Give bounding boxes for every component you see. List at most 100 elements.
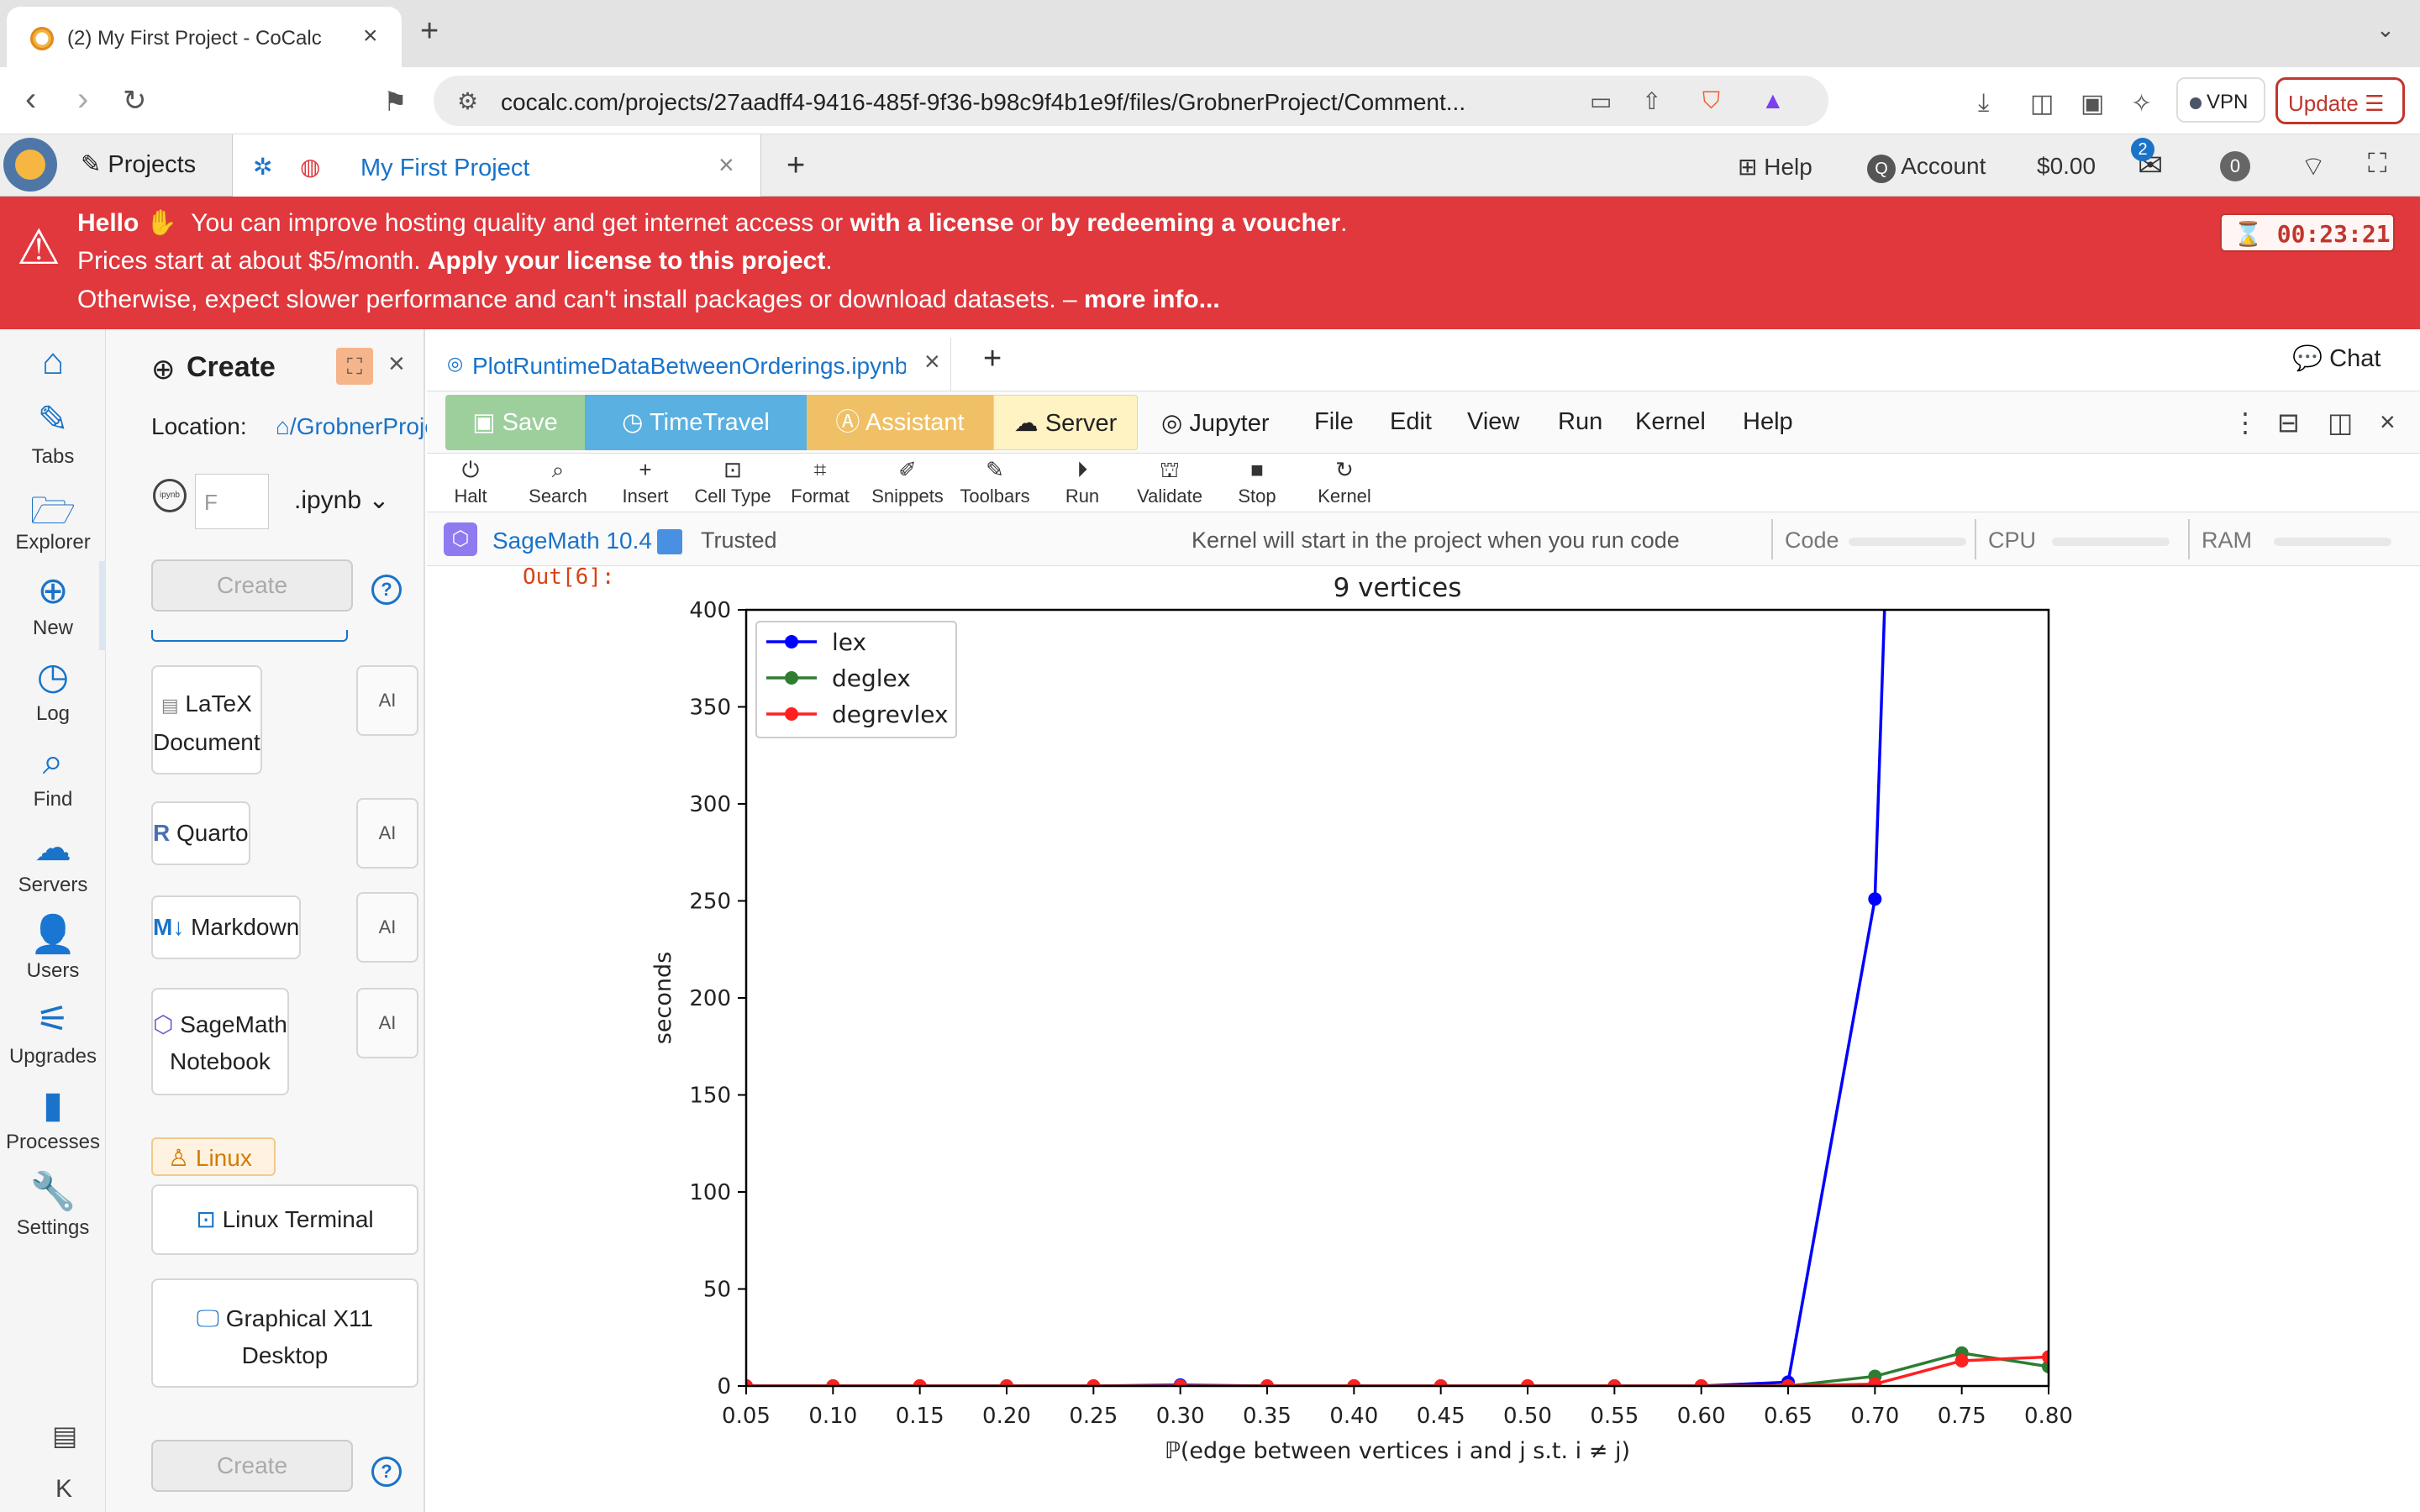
expand-icon[interactable]: ⛶ [336,348,373,385]
insert-button[interactable]: + Insert [602,457,689,507]
account-button[interactable]: Q Account [1867,153,1986,183]
trusted-status[interactable]: Trusted [701,528,777,554]
sidebar-item-new[interactable]: ⊕ New [0,570,106,640]
help-icon[interactable]: ? [371,575,402,605]
projects-tab[interactable]: ✎ Projects [81,150,196,179]
cell-type-button[interactable]: ⊡ Cell Type [689,457,776,507]
menu-edit[interactable]: Edit [1390,408,1432,436]
reload-icon[interactable]: ↻ [123,84,147,118]
create-button[interactable]: Create [151,559,353,612]
server-button[interactable]: ☁ Server [993,395,1138,450]
help-button[interactable]: ⊞ Help [1738,153,1812,181]
extension-select[interactable]: .ipynb ⌄ [294,486,390,515]
leo-ai-icon[interactable]: ✧ [2131,89,2152,118]
site-settings-icon[interactable]: ⚙ [457,87,478,115]
quarto-ai-button[interactable]: AI [356,798,418,869]
help-icon[interactable]: ? [371,1457,402,1487]
voucher-link[interactable]: by redeeming a voucher [1050,209,1340,237]
halt-button[interactable]: ⏻ Halt [427,457,514,507]
menu-help[interactable]: Help [1743,408,1793,436]
sidebar-item-tabs[interactable]: ✎ Tabs ▸ [0,398,117,469]
menu-run[interactable]: Run [1558,408,1602,436]
search-button[interactable]: ⌕ Search [514,457,602,507]
markdown-ai-button[interactable]: AI [356,892,418,963]
filename-input[interactable]: F [195,474,269,529]
sidebar-item-servers[interactable]: ☁ Servers ▸ [0,827,117,897]
sidebar-item-settings[interactable]: 🔧 Settings ▸ [0,1169,117,1240]
add-file-tab-icon[interactable]: + [983,341,1002,377]
sidebar-item-explorer[interactable]: 🗁 Explorer ▸ [0,484,117,554]
download-icon[interactable]: ⤓ [1978,89,1989,118]
vpn-button[interactable]: VPN [2176,77,2265,123]
close-panel-icon[interactable]: × [388,348,405,381]
bookmark-icon[interactable]: ⚑ [383,86,408,118]
latex-ai-button[interactable]: AI [356,665,418,736]
project-tab[interactable]: ✲ ◍ My First Project × [232,134,761,197]
frame-layout-icon[interactable]: ▤ [52,1420,77,1452]
session-timer[interactable]: ⌛ 00:23:21 [2220,213,2395,252]
assistant-button[interactable]: Ⓐ Assistant [807,395,993,450]
sidebar-item-upgrades[interactable]: ⚟ Upgrades ▸ [0,998,117,1068]
timetravel-button[interactable]: ◷ TimeTravel [585,395,807,450]
more-vertical-icon[interactable]: ⋮ [2232,407,2259,438]
forward-icon[interactable]: › [77,81,88,118]
address-bar[interactable]: ⚙ cocalc.com/projects/27aadff4-9416-485f… [434,76,1828,126]
cast-icon[interactable]: ▭ [1590,87,1612,115]
license-link[interactable]: with a license [850,209,1014,237]
markdown-button[interactable]: M↓ Markdown [151,895,302,959]
chevron-down-icon[interactable]: ⌄ [2376,17,2395,43]
quarto-button[interactable]: R Quarto [151,801,250,865]
close-file-icon[interactable]: × [924,346,940,377]
kernel-restart-button[interactable]: ↻ Kernel [1301,457,1388,507]
linux-terminal-button[interactable]: ⊡ Linux Terminal [151,1184,418,1255]
sagemath-ai-button[interactable]: AI [356,988,418,1058]
sidebar-item-processes[interactable]: ▮ Processes ▸ [0,1084,117,1154]
new-tab-icon[interactable]: + [420,13,439,50]
snippets-button[interactable]: ✐ Snippets [864,457,951,507]
split-vertical-icon[interactable]: ◫ [2328,407,2353,438]
sidebar-item-log[interactable]: ◷ Log ▸ [0,655,117,726]
kernel-name-link[interactable]: SageMath 10.4 [492,528,652,554]
latex-document-button[interactable]: ▤ LaTeX Document [151,665,262,774]
add-project-icon[interactable]: + [786,148,805,184]
validate-button[interactable]: ⛫ Validate [1126,457,1213,507]
jupyter-menu[interactable]: ◎ Jupyter [1161,408,1269,438]
back-icon[interactable]: ‹ [25,81,36,118]
sidebar-item-home[interactable]: ⌂ [0,341,106,386]
sidebar-item-find[interactable]: ⌕ Find ▸ [0,741,117,811]
graphical-x11-button[interactable]: 🖵 Graphical X11 Desktop [151,1278,418,1388]
cocalc-logo[interactable] [3,138,57,192]
format-button[interactable]: ⌗ Format [776,457,864,507]
toolbars-button[interactable]: ✎ Toolbars [951,457,1039,507]
save-button[interactable]: ▣ Save [445,395,585,450]
brave-shield-icon[interactable]: ⛉ [1702,87,1720,115]
create-button-bottom[interactable]: Create [151,1440,353,1492]
close-project-icon[interactable]: × [718,150,734,181]
sagemath-notebook-button[interactable]: ⬡ SageMath Notebook [151,988,289,1095]
run-button[interactable]: ⏵ Run [1039,457,1126,507]
brave-rewards-icon[interactable]: ▲ [1761,87,1785,114]
location-path-link[interactable]: ⌂/GrobnerProject [276,413,427,440]
chat-button[interactable]: 💬 Chat [2292,344,2381,373]
collapse-sidebar-icon[interactable]: K [55,1475,72,1504]
close-tab-icon[interactable]: × [363,22,378,50]
balance[interactable]: $0.00 [2037,153,2096,180]
stop-button[interactable]: ■ Stop [1213,457,1301,507]
browser-tab[interactable]: (2) My First Project - CoCalc × [7,7,402,67]
close-frame-icon[interactable]: × [2380,407,2396,438]
sidebar-item-users[interactable]: 👤 Users ▸ [0,912,117,983]
update-button[interactable]: Update ☰ [2275,77,2405,124]
more-info-link[interactable]: more info... [1084,286,1220,313]
notifications-badge[interactable]: 0 [2220,151,2250,181]
fullscreen-icon[interactable]: ⛶ [2368,148,2386,180]
sidebar-icon[interactable]: ◫ [2030,89,2054,118]
apply-license-link[interactable]: Apply your license to this project [428,247,825,275]
split-horizontal-icon[interactable]: ⊟ [2277,407,2300,438]
menu-file[interactable]: File [1314,408,1354,436]
wifi-icon[interactable]: ⌔ [2301,150,2326,183]
menu-view[interactable]: View [1467,408,1519,436]
file-tab[interactable]: ◎ PlotRuntimeDataBetweenOrderings.ipynb … [439,338,951,391]
wallet-icon[interactable]: ▣ [2081,89,2104,118]
share-icon[interactable]: ⇧ [1642,87,1661,115]
menu-kernel[interactable]: Kernel [1635,408,1706,436]
